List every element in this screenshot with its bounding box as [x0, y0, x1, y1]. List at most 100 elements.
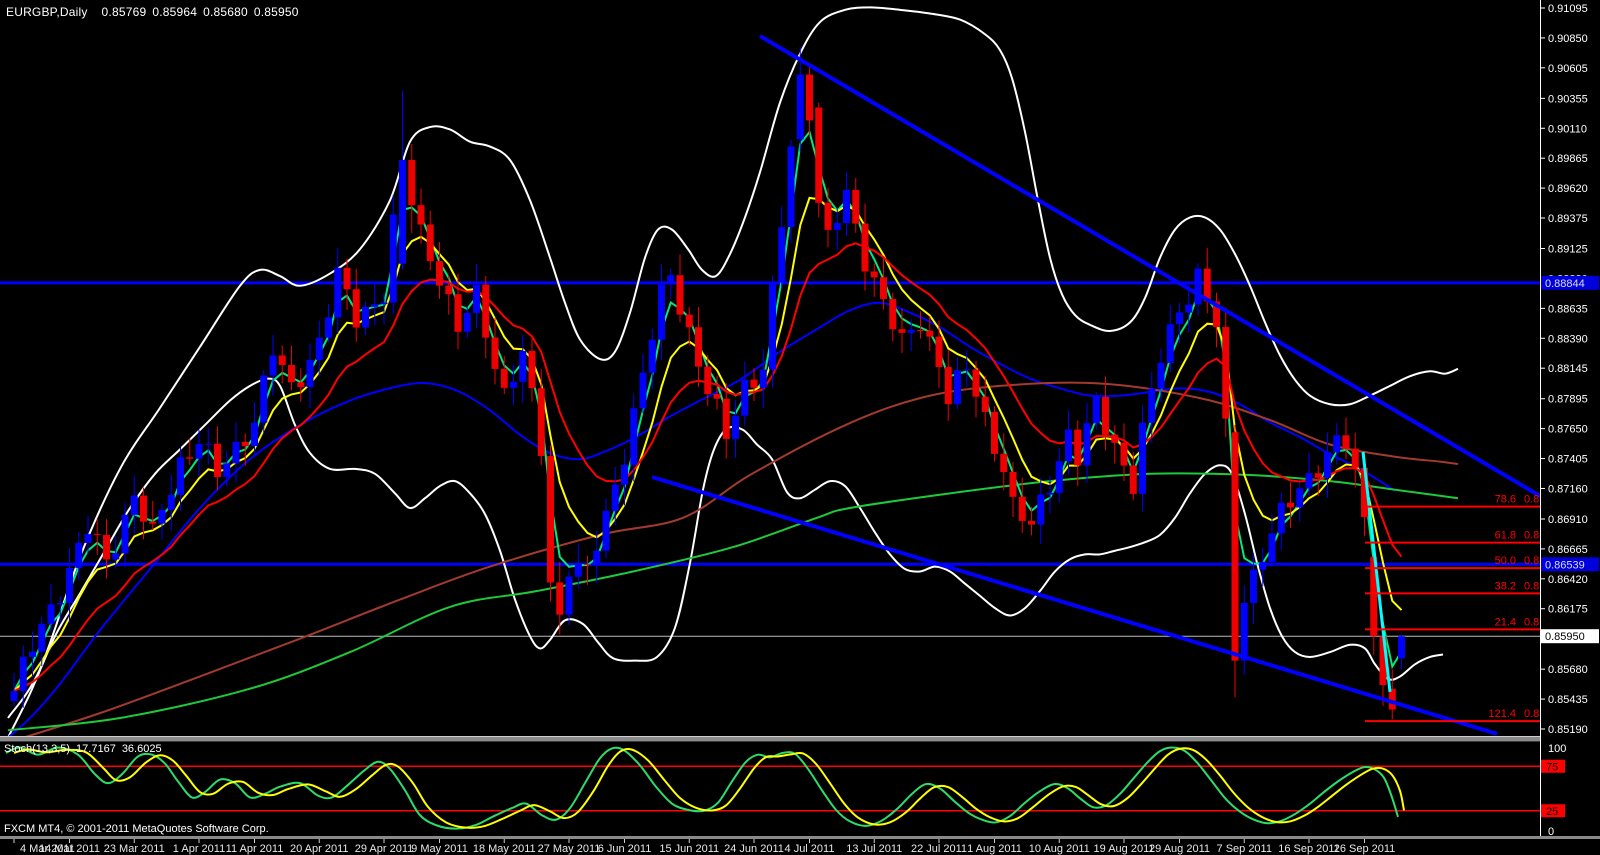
bear-candle-body	[899, 329, 906, 333]
bull-candle-body	[11, 691, 18, 701]
bear-candle-body	[1222, 327, 1229, 419]
bear-candle-body	[1130, 466, 1137, 494]
bear-candle-body	[945, 367, 952, 404]
date-label: 29 Apr 2011	[355, 843, 414, 855]
bull-candle-body	[270, 355, 277, 375]
bear-candle-body	[714, 394, 721, 399]
bull-candle-body	[1037, 495, 1044, 525]
fib-ratio-label: 61.8	[1495, 530, 1516, 542]
bull-candle-body	[760, 370, 767, 388]
price-tick-label: 0.90355	[1548, 93, 1588, 105]
date-label: 4 Jul 2011	[785, 843, 835, 855]
price-box-0.85950: 0.85950	[1541, 629, 1599, 643]
bear-candle-body	[353, 289, 360, 327]
date-label: 19 Aug 2011	[1094, 843, 1155, 855]
bull-candle-body	[473, 285, 480, 313]
price-box-0.88844: 0.88844	[1541, 276, 1599, 290]
stoch-scale-top-label: 100	[1548, 743, 1566, 755]
bull-candle-body	[519, 351, 526, 382]
bull-candle-body	[131, 496, 138, 515]
bull-candle-body	[1176, 312, 1183, 324]
bull-candle-body	[233, 442, 240, 463]
bear-candle-body	[751, 380, 758, 388]
candle	[547, 446, 554, 602]
bear-candle-body	[427, 225, 434, 262]
chart-canvas: 78.60.8701161.80.8671650.00.8650838.20.8…	[0, 0, 1600, 855]
bear-candle-body	[584, 564, 591, 565]
bull-candle-body	[621, 465, 628, 485]
bull-candle-body	[1056, 461, 1063, 493]
copyright-text: FXCM MT4, © 2001-2011 MetaQuotes Softwar…	[4, 823, 269, 835]
bear-candle-body	[1010, 472, 1017, 497]
bear-candle-body	[723, 399, 730, 439]
bull-candle-body	[307, 360, 314, 387]
bull-candle-body	[1241, 603, 1248, 661]
bear-candle-body	[529, 351, 536, 388]
price-tick-label: 0.90605	[1548, 63, 1588, 75]
stoch-k-value: 17.7167	[76, 743, 116, 755]
stoch-level-box-25: 25	[1541, 804, 1565, 818]
bear-candle-body	[926, 331, 933, 337]
bull-candle-body	[778, 227, 785, 282]
date-axis-separator	[0, 836, 1600, 839]
bear-candle-body	[1111, 435, 1118, 443]
date-label: 13 Jul 2011	[846, 843, 902, 855]
bull-candle-body	[732, 416, 739, 439]
bear-candle-body	[482, 285, 489, 338]
stoch-scale-bottom-label: 0	[1548, 826, 1554, 838]
bull-candle-body	[316, 338, 323, 360]
bear-candle-body	[1074, 430, 1081, 466]
bull-candle-body	[122, 515, 129, 554]
price-tick-label: 0.89125	[1548, 244, 1588, 256]
bull-candle-body	[843, 190, 850, 223]
bull-candle-body	[196, 444, 203, 459]
bear-candle-body	[936, 337, 943, 367]
bull-candle-body	[1398, 636, 1405, 658]
bull-candle-body	[390, 215, 397, 303]
price-tick-label: 0.87650	[1548, 424, 1588, 436]
bull-candle-body	[223, 463, 230, 477]
close-value: 0.85950	[254, 5, 299, 19]
bear-candle-body	[547, 456, 554, 582]
price-box-0.86539: 0.86539	[1541, 557, 1599, 571]
price-tick-label: 0.85190	[1548, 724, 1588, 736]
price-tick-label: 0.88635	[1548, 303, 1588, 315]
bear-candle-body	[445, 286, 452, 295]
bull-candle-body	[334, 268, 341, 318]
bull-candle-body	[667, 275, 674, 284]
bull-candle-body	[29, 652, 36, 657]
bear-candle-body	[408, 160, 415, 205]
open-value: 0.85769	[102, 5, 147, 19]
bull-candle-body	[510, 382, 517, 388]
stoch-level-box-label: 25	[1546, 806, 1558, 818]
price-box-label: 0.85950	[1545, 631, 1585, 643]
bear-candle-body	[862, 224, 869, 272]
bear-candle-body	[695, 327, 702, 366]
bull-candle-body	[362, 307, 369, 328]
price-box-label: 0.88844	[1545, 278, 1585, 290]
bear-candle-body	[1232, 432, 1239, 660]
bear-candle-body	[140, 496, 147, 522]
bull-candle-body	[251, 423, 258, 446]
bull-candle-body	[1333, 435, 1340, 452]
bull-candle-body	[834, 223, 841, 230]
price-tick-label: 0.86420	[1548, 574, 1588, 586]
bear-candle-body	[279, 355, 286, 365]
stoch-name: Stoch(13,3,5)	[4, 743, 70, 755]
bear-candle-body	[501, 369, 508, 388]
high-value: 0.85964	[152, 5, 197, 19]
date-label: 6 Jun 2011	[598, 843, 652, 855]
bull-candle-body	[1259, 562, 1266, 570]
date-label: 29 Aug 2011	[1149, 843, 1210, 855]
bear-candle-body	[973, 369, 980, 396]
date-label: 16 Sep 2011	[1278, 843, 1340, 855]
low-value: 0.85680	[203, 5, 248, 19]
date-label: 22 Jul 2011	[911, 843, 967, 855]
bull-candle-body	[1148, 389, 1155, 423]
bear-candle-body	[242, 442, 249, 446]
price-tick-label: 0.90850	[1548, 33, 1588, 45]
bull-candle-body	[38, 624, 45, 652]
bear-candle-body	[889, 299, 896, 329]
bull-candle-body	[464, 313, 471, 332]
price-tick-label: 0.89375	[1548, 213, 1588, 225]
